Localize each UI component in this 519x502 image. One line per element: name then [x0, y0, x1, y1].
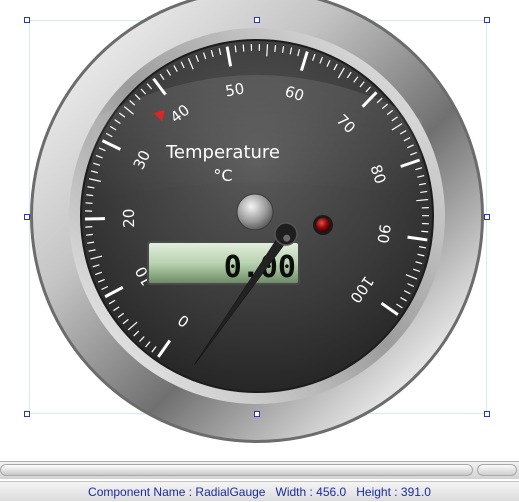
scrollbar-right-button[interactable] [477, 464, 517, 476]
tick-label: 50 [224, 79, 246, 100]
resize-handle-right[interactable] [484, 214, 490, 220]
resize-handle-top[interactable] [254, 17, 260, 23]
tick-label: 20 [120, 209, 138, 228]
reset-knob-icon[interactable] [237, 194, 273, 230]
resize-handle-left[interactable] [24, 214, 30, 220]
status-bar: Component Name : RadialGauge Width : 456… [0, 481, 519, 501]
gauge-unit: °C [213, 166, 232, 185]
minor-tick [86, 234, 93, 235]
minor-tick [421, 231, 428, 232]
radial-gauge[interactable]: 0102030405060708090100 Temperature °C 0.… [0, 0, 519, 460]
indicator-led-icon [316, 218, 330, 232]
tick-label: 90 [374, 223, 394, 244]
gauge-title: Temperature [165, 142, 280, 163]
resize-handle-top-left[interactable] [24, 17, 30, 23]
width-label: Width : 456.0 [276, 485, 347, 499]
minor-tick [243, 45, 244, 52]
minor-tick [86, 203, 93, 204]
horizontal-scrollbar[interactable] [0, 461, 519, 479]
design-canvas[interactable]: 0102030405060708090100 Temperature °C 0.… [0, 0, 519, 460]
resize-handle-bottom-left[interactable] [24, 411, 30, 417]
scrollbar-thumb[interactable] [0, 464, 473, 476]
resize-handle-bottom-right[interactable] [484, 411, 490, 417]
component-name-label: Component Name : RadialGauge [88, 485, 265, 499]
height-label: Height : 391.0 [356, 485, 431, 499]
minor-tick [275, 45, 276, 52]
minor-tick [267, 44, 268, 56]
resize-handle-top-right[interactable] [484, 17, 490, 23]
resize-handle-bottom[interactable] [254, 411, 260, 417]
